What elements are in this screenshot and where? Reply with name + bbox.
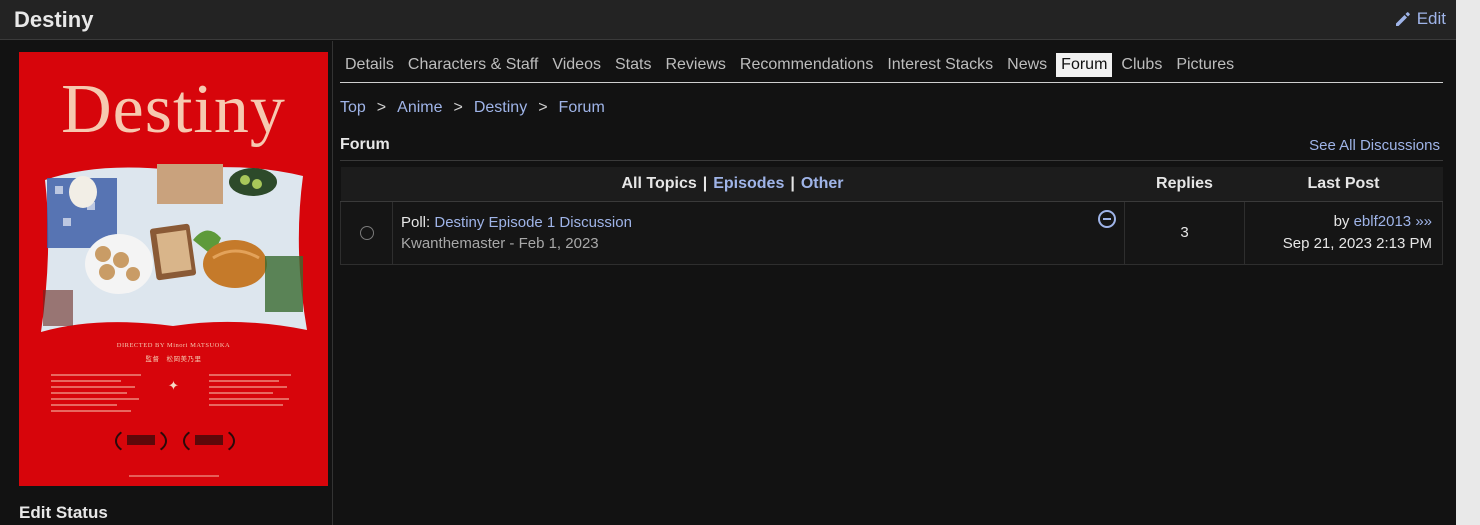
poster-fine-print bbox=[209, 404, 283, 406]
laurel-text-mark bbox=[127, 435, 155, 445]
poster-fine-print bbox=[51, 374, 141, 376]
tab-recommendations[interactable]: Recommendations bbox=[735, 53, 878, 77]
topic-filter-header: All Topics | Episodes | Other bbox=[340, 167, 1125, 202]
edit-button[interactable]: Edit bbox=[1394, 9, 1446, 29]
poster-fine-print bbox=[51, 404, 117, 406]
anime-tabs: Details Characters & Staff Videos Stats Revi… bbox=[340, 53, 1443, 83]
topic-date: Feb 1, 2023 bbox=[518, 234, 599, 252]
filter-separator: | bbox=[790, 174, 795, 192]
tab-videos[interactable]: Videos bbox=[547, 53, 606, 77]
poster-fine-print bbox=[209, 374, 291, 376]
poster-credit-en: DIRECTED BY Minori MATSUOKA bbox=[116, 342, 231, 349]
topic-title-link[interactable]: Destiny Episode 1 Discussion bbox=[434, 214, 632, 231]
tab-stats[interactable]: Stats bbox=[610, 53, 656, 77]
forum-title: Forum bbox=[340, 136, 390, 153]
edit-status-heading: Edit Status bbox=[19, 503, 108, 522]
poster-picnic-photo bbox=[41, 164, 307, 332]
filter-separator: | bbox=[702, 174, 708, 192]
poster-title: Destiny bbox=[61, 71, 286, 148]
tab-characters-staff[interactable]: Characters & Staff bbox=[403, 53, 543, 77]
last-post-by-label: by bbox=[1333, 212, 1350, 230]
topic-cell: Poll: Destiny Episode 1 Discussion Kwant… bbox=[392, 200, 1125, 265]
breadcrumb-separator: > bbox=[376, 99, 387, 116]
table-header-row: All Topics | Episodes | Other Replies Last P… bbox=[340, 167, 1443, 202]
topic-select-radio[interactable] bbox=[359, 225, 374, 240]
tab-reviews[interactable]: Reviews bbox=[660, 53, 730, 77]
poster-director-credit: DIRECTED BY Minori MATSUOKA 監督 松岡美乃里 bbox=[19, 342, 328, 363]
tab-forum[interactable]: Forum bbox=[1056, 53, 1113, 77]
tab-clubs[interactable]: Clubs bbox=[1116, 53, 1167, 77]
edit-label: Edit bbox=[1416, 9, 1446, 28]
breadcrumb-item-top[interactable]: Top bbox=[340, 99, 366, 117]
poster-footer-print bbox=[129, 475, 219, 477]
anime-poster[interactable]: Destiny DIRECTED BY Minori MATSUOKA 監督 松… bbox=[19, 52, 328, 486]
forum-topics-table: All Topics | Episodes | Other Replies Last P… bbox=[340, 167, 1443, 265]
poster-fine-print bbox=[209, 386, 287, 388]
poll-prefix: Poll: bbox=[401, 213, 431, 231]
poster-fine-print bbox=[209, 392, 273, 394]
filter-other[interactable]: Other bbox=[801, 175, 844, 192]
poster-credit-jp: 監督 松岡美乃里 bbox=[145, 356, 202, 363]
left-sidebar: Destiny DIRECTED BY Minori MATSUOKA 監督 松… bbox=[0, 41, 333, 525]
last-post-column-header: Last Post bbox=[1244, 167, 1443, 202]
topic-meta-separator: - bbox=[509, 234, 519, 252]
jump-to-last-post-icon[interactable]: »» bbox=[1415, 213, 1432, 230]
breadcrumb-separator: > bbox=[453, 99, 463, 116]
pencil-icon bbox=[1394, 10, 1412, 28]
poster-fine-print bbox=[209, 380, 279, 382]
tab-details[interactable]: Details bbox=[340, 53, 399, 77]
laurel-text-mark bbox=[195, 435, 223, 445]
topic-title-line: Poll: Destiny Episode 1 Discussion bbox=[401, 214, 1124, 231]
minus-circle-icon[interactable] bbox=[1098, 209, 1116, 228]
filter-episodes[interactable]: Episodes bbox=[713, 175, 784, 192]
breadcrumb-separator: > bbox=[538, 99, 548, 116]
filter-all-topics[interactable]: All Topics bbox=[621, 175, 696, 192]
topic-select-cell bbox=[340, 200, 393, 265]
last-post-author-link[interactable]: eblf2013 bbox=[1354, 213, 1412, 230]
poster-fine-print bbox=[51, 386, 135, 388]
poster-fine-print bbox=[51, 398, 139, 400]
tab-pictures[interactable]: Pictures bbox=[1171, 53, 1239, 77]
last-post-date: Sep 21, 2023 2:13 PM bbox=[1282, 234, 1432, 252]
tab-news[interactable]: News bbox=[1002, 53, 1052, 77]
poster-fine-print bbox=[51, 410, 131, 412]
sparkle-icon: ✦ bbox=[168, 378, 179, 393]
breadcrumb-item-destiny[interactable]: Destiny bbox=[474, 99, 527, 117]
topic-meta-line: Kwanthemaster - Feb 1, 2023 bbox=[401, 235, 1124, 252]
tab-interest-stacks[interactable]: Interest Stacks bbox=[882, 53, 998, 77]
scrollbar-gutter[interactable] bbox=[1456, 0, 1480, 525]
page-header: Destiny Edit bbox=[0, 0, 1456, 40]
poster-fine-print bbox=[51, 380, 121, 382]
last-post-author-line: by eblf2013 »» bbox=[1245, 211, 1432, 233]
replies-count: 3 bbox=[1124, 200, 1245, 265]
see-all-discussions-link[interactable]: See All Discussions bbox=[1309, 137, 1440, 154]
poster-fine-print bbox=[209, 398, 289, 400]
page-title: Destiny bbox=[14, 7, 94, 32]
table-row: Poll: Destiny Episode 1 Discussion Kwant… bbox=[340, 200, 1443, 265]
breadcrumb: Top > Anime > Destiny > Forum bbox=[340, 99, 605, 117]
topic-author-link[interactable]: Kwanthemaster bbox=[401, 235, 505, 252]
last-post-cell: by eblf2013 »» Sep 21, 2023 2:13 PM bbox=[1244, 200, 1443, 265]
breadcrumb-item-forum[interactable]: Forum bbox=[559, 99, 605, 117]
breadcrumb-item-anime[interactable]: Anime bbox=[397, 99, 442, 117]
forum-section-header: Forum See All Discussions bbox=[340, 135, 1443, 161]
poster-fine-print bbox=[51, 392, 127, 394]
replies-column-header: Replies bbox=[1124, 167, 1245, 202]
